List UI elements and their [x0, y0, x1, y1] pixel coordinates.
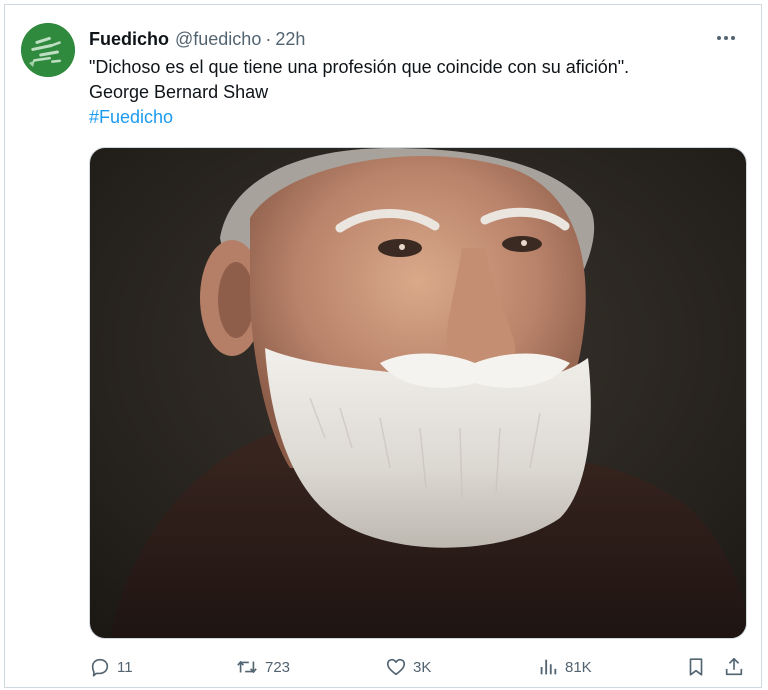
retweet-button[interactable]: 723	[235, 653, 290, 681]
like-button[interactable]: 3K	[385, 653, 431, 681]
share-button[interactable]	[723, 653, 751, 681]
retweet-count: 723	[265, 658, 291, 676]
bookmark-button[interactable]	[685, 653, 713, 681]
hashtag-link[interactable]: #Fuedicho	[89, 105, 739, 130]
portrait-photo	[90, 148, 746, 638]
tweet-text: "Dichoso es el que tiene una profesión q…	[89, 55, 739, 130]
user-handle[interactable]: @fuedicho	[175, 29, 261, 50]
heart-icon	[386, 658, 406, 676]
reply-count: 11	[117, 658, 133, 676]
tweet-card[interactable]: Fuedicho @fuedicho · 22h "Dichoso es el …	[4, 4, 762, 688]
bookmark-icon	[689, 658, 703, 676]
more-horizontal-icon	[717, 36, 735, 40]
tweet-quote: "Dichoso es el que tiene una profesión q…	[89, 57, 630, 77]
like-count: 3K	[413, 658, 432, 676]
views-chart-icon	[540, 659, 557, 675]
tweet-author-line: George Bernard Shaw	[89, 82, 269, 102]
retweet-icon	[237, 660, 257, 674]
reply-icon	[91, 658, 109, 677]
more-options-button[interactable]	[713, 27, 739, 49]
views-button[interactable]: 81K	[537, 653, 592, 681]
display-name[interactable]: Fuedicho	[89, 29, 169, 50]
tweet-media-image[interactable]	[89, 147, 747, 639]
avatar-logo-icon	[21, 23, 75, 77]
avatar[interactable]	[21, 23, 75, 77]
timestamp[interactable]: 22h	[275, 29, 305, 50]
separator-dot: ·	[265, 28, 272, 49]
reply-button[interactable]: 11	[89, 653, 133, 681]
views-count: 81K	[565, 658, 592, 676]
share-icon	[725, 657, 743, 676]
tweet-actions: 11 723 3K 81K	[89, 653, 747, 681]
tweet-header: Fuedicho @fuedicho · 22h	[89, 26, 305, 52]
